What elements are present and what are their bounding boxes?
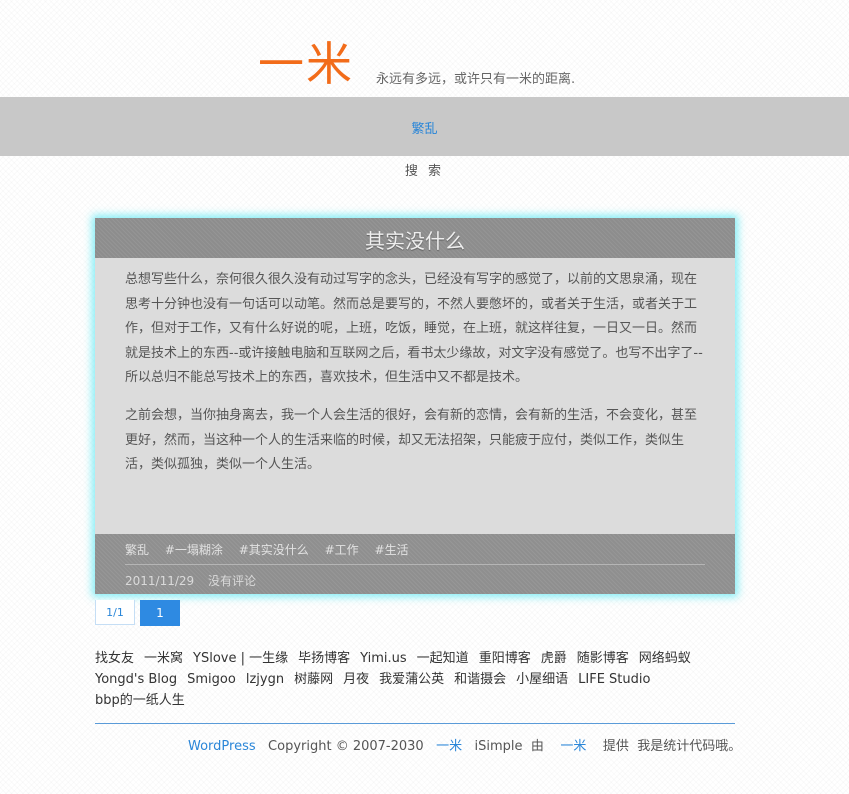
post-tag-link[interactable]: #工作: [325, 543, 359, 557]
friend-links: 找女友 一米窝 YSlove | 一生缘 毕扬博客 Yimi.us 一起知道 重阳博客 虎爵随…: [95, 648, 735, 711]
post-title[interactable]: 其实没什么: [365, 225, 465, 254]
search-link[interactable]: 搜 索: [0, 160, 849, 179]
friend-link[interactable]: 月夜: [343, 672, 369, 687]
footer-theme: iSimple: [474, 739, 523, 754]
post-tag-link[interactable]: #一塌糊涂: [165, 543, 223, 557]
post-tag-link[interactable]: #其实没什么: [239, 543, 309, 557]
footer-author-link[interactable]: 一米: [560, 739, 586, 754]
meta-divider: [125, 564, 705, 565]
friend-link[interactable]: LIFE Studio: [578, 672, 650, 687]
footer-wordpress-link[interactable]: WordPress: [188, 739, 256, 754]
footer-provided: 提供: [602, 739, 629, 754]
friend-link[interactable]: 和谐摄会: [454, 672, 506, 687]
friend-link[interactable]: 小屋细语: [516, 672, 568, 687]
friend-link[interactable]: 虎爵: [541, 651, 567, 666]
post-date-comments: 2011/11/29 没有评论: [125, 572, 266, 589]
post-header: 其实没什么: [95, 218, 735, 258]
friend-link[interactable]: 树藤网: [294, 672, 333, 687]
post-comments-link[interactable]: 没有评论: [208, 574, 256, 588]
post-taxonomy: 繁乱 #一塌糊涂 #其实没什么 #工作 #生活: [125, 541, 421, 558]
footer-site-link[interactable]: 一米: [436, 739, 462, 754]
friend-link[interactable]: 重阳博客: [479, 651, 531, 666]
friend-link[interactable]: 找女友: [95, 651, 134, 666]
friend-link[interactable]: 一起知道: [417, 651, 469, 666]
site-footer: WordPress Copyright © 2007-2030 一米 iSimp…: [188, 735, 741, 754]
main-navbar: 繁乱: [0, 97, 849, 156]
post-card: 其实没什么 总想写些什么，奈何很久很久没有动过写字的念头，已经没有写字的感觉了，…: [95, 218, 735, 594]
post-tag-link[interactable]: #生活: [375, 543, 409, 557]
friend-link[interactable]: 随影博客: [577, 651, 629, 666]
footer-divider: [95, 723, 735, 724]
friend-link[interactable]: Yongd's Blog: [95, 672, 177, 687]
post-meta: 繁乱 #一塌糊涂 #其实没什么 #工作 #生活 2011/11/29 没有评论: [95, 534, 735, 594]
post-paragraph: 之前会想，当你抽身离去，我一个人会生活的很好，会有新的恋情，会有新的生活，不会变…: [125, 407, 698, 473]
friend-link[interactable]: 网络蚂蚁: [639, 651, 691, 666]
post-category-link[interactable]: 繁乱: [125, 543, 149, 557]
friend-link[interactable]: Smigoo: [187, 672, 236, 687]
friend-link[interactable]: 毕扬博客: [298, 651, 350, 666]
friend-link[interactable]: Yimi.us: [360, 651, 407, 666]
friend-link[interactable]: YSlove | 一生缘: [193, 651, 288, 666]
site-logo[interactable]: 一米: [258, 38, 354, 90]
footer-stats: 我是统计代码哦。: [637, 739, 742, 754]
friend-link[interactable]: 一米窝: [144, 651, 183, 666]
nav-item-fanluan[interactable]: 繁乱: [0, 118, 849, 137]
post-date: 2011/11/29: [125, 574, 195, 588]
friend-link[interactable]: bbp的一纸人生: [95, 693, 185, 708]
friend-link[interactable]: lzjygn: [246, 672, 284, 687]
post-content: 总想写些什么，奈何很久很久没有动过写字的念头，已经没有写字的感觉了，以前的文思泉…: [95, 258, 735, 478]
post-paragraph: 总想写些什么，奈何很久很久没有动过写字的念头，已经没有写字的感觉了，以前的文思泉…: [125, 272, 703, 386]
pagination-info: 1/1: [95, 600, 135, 625]
site-tagline: 永远有多远，或许只有一米的距离.: [376, 72, 576, 87]
footer-copyright: Copyright © 2007-2030: [268, 739, 424, 754]
footer-by: 由: [530, 739, 544, 754]
pagination-current-page[interactable]: 1: [140, 600, 180, 626]
friend-link[interactable]: 我爱蒲公英: [379, 672, 444, 687]
